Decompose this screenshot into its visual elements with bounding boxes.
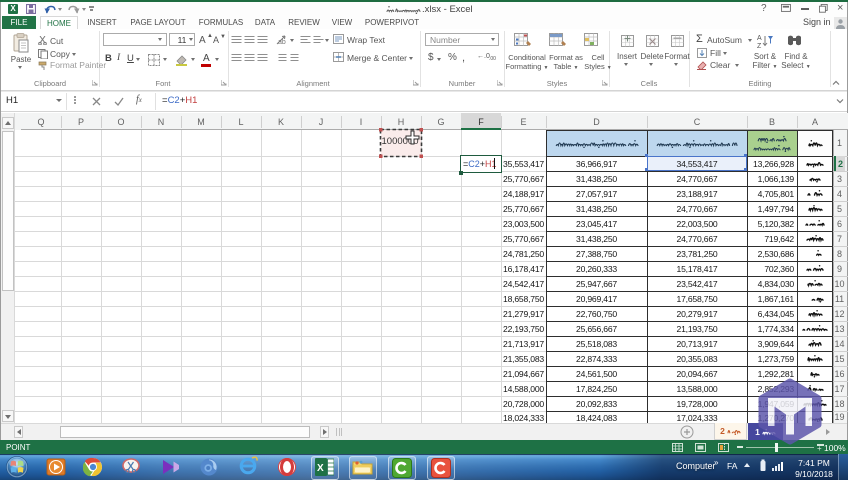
svg-text:ab: ab <box>278 39 286 45</box>
svg-text:X: X <box>317 463 324 474</box>
svg-text:A: A <box>757 35 762 42</box>
svg-text:Z: Z <box>757 43 762 49</box>
